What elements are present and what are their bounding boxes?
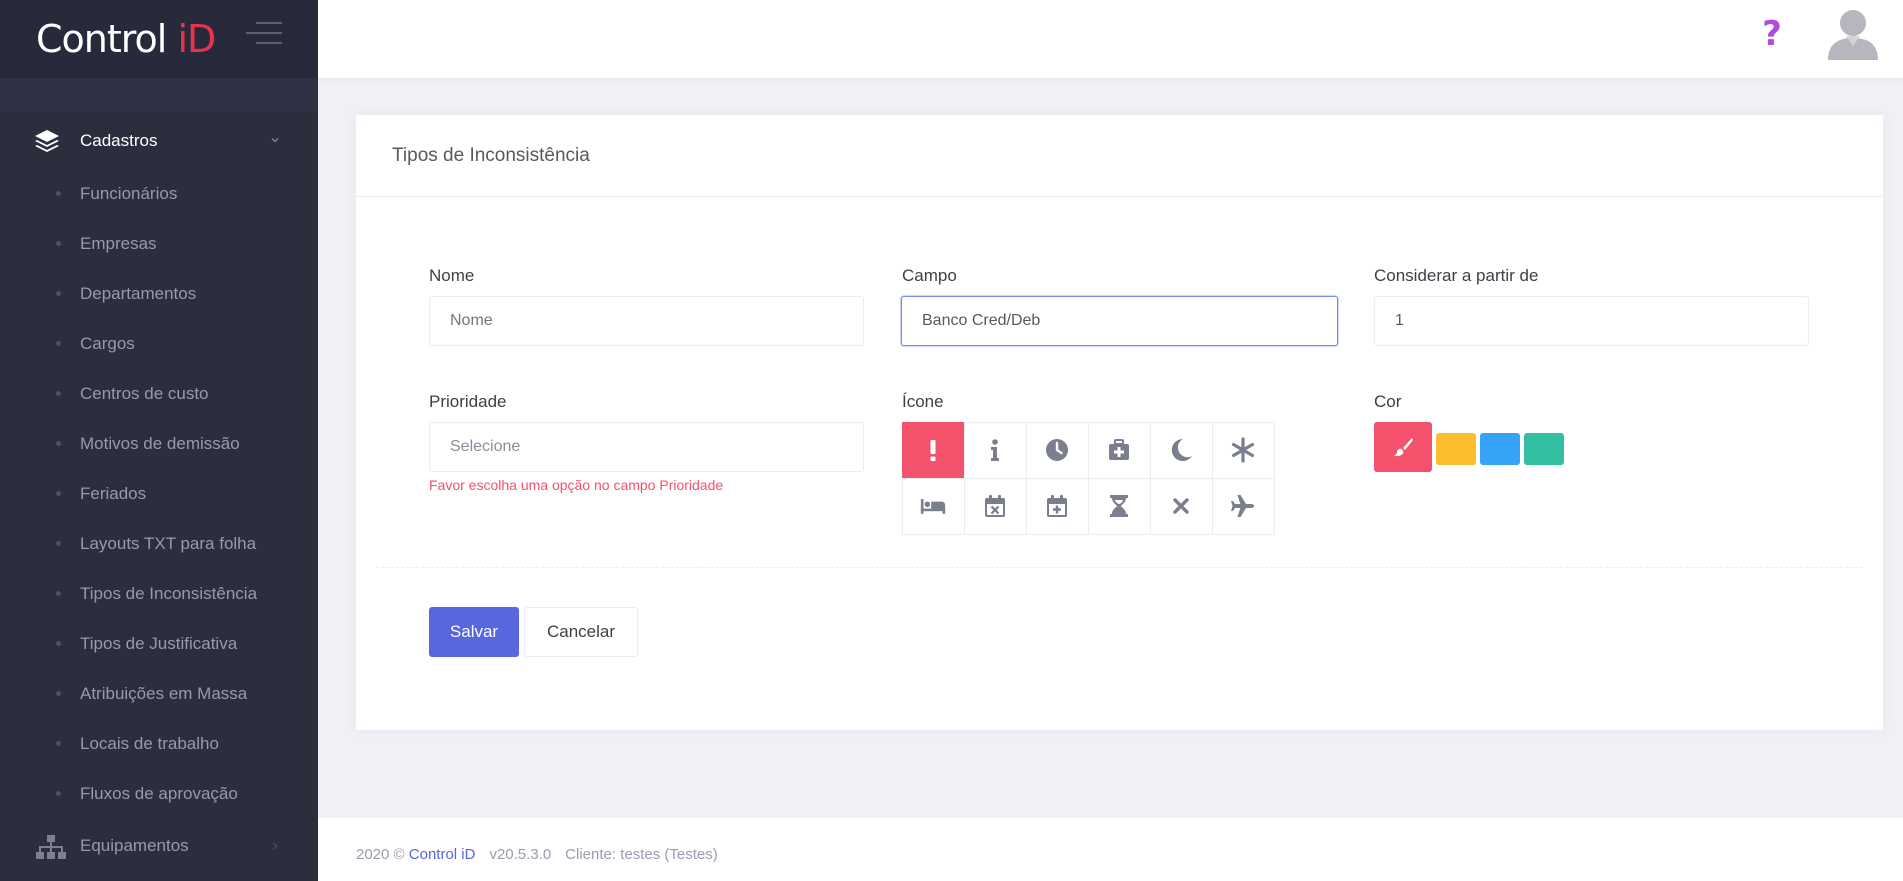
sidebar-item-label: Atribuições em Massa bbox=[80, 684, 248, 703]
sidebar-item-label: Centros de custo bbox=[80, 384, 209, 403]
sidebar-section-cadastros[interactable]: Cadastros bbox=[0, 120, 318, 162]
footer: 2020 © Control iD v20.5.3.0 Cliente: teste… bbox=[318, 818, 1903, 881]
prioridade-select[interactable]: Selecione bbox=[429, 422, 864, 472]
cancel-button[interactable]: Cancelar bbox=[524, 607, 638, 657]
sidebar-strip bbox=[0, 78, 318, 112]
color-swatch-blue[interactable] bbox=[1480, 433, 1520, 465]
sidebar-item-tipos-de-inconsistencia[interactable]: Tipos de Inconsistência bbox=[0, 569, 318, 619]
bed-icon[interactable] bbox=[901, 477, 965, 535]
user-avatar-icon[interactable] bbox=[1826, 6, 1880, 60]
layers-icon bbox=[35, 130, 59, 152]
sidebar-item-label: Tipos de Inconsistência bbox=[80, 584, 258, 603]
sidebar-item-label: Cargos bbox=[80, 334, 135, 353]
color-swatch-green[interactable] bbox=[1524, 433, 1564, 465]
bullet-icon bbox=[56, 291, 61, 296]
bullet-icon bbox=[56, 741, 61, 746]
bullet-icon bbox=[56, 591, 61, 596]
sidebar-item-centros-de-custo[interactable]: Centros de custo bbox=[0, 369, 318, 419]
bullet-icon bbox=[56, 391, 61, 396]
icon-picker bbox=[901, 421, 1275, 535]
bullet-icon bbox=[56, 641, 61, 646]
considerar-label: Considerar a partir de bbox=[1374, 266, 1539, 285]
footer-copyright: 2020 © bbox=[356, 846, 405, 863]
campo-label: Campo bbox=[902, 266, 957, 285]
sidebar-item-label: Feriados bbox=[80, 484, 147, 503]
sidebar-item-tipos-de-justificativa[interactable]: Tipos de Justificativa bbox=[0, 619, 318, 669]
clock-icon[interactable] bbox=[1025, 421, 1089, 479]
info-icon[interactable] bbox=[963, 421, 1027, 479]
sidebar-item-atribuicoes-em-massa[interactable]: Atribuições em Massa bbox=[0, 669, 318, 719]
hourglass-icon[interactable] bbox=[1087, 477, 1151, 535]
medkit-icon[interactable] bbox=[1087, 421, 1151, 479]
nome-label: Nome bbox=[429, 266, 475, 285]
footer-brand-link[interactable]: Control iD bbox=[409, 846, 476, 863]
brand-logo[interactable]: Control iD bbox=[36, 17, 216, 61]
moon-icon[interactable] bbox=[1149, 421, 1213, 479]
bullet-icon bbox=[56, 491, 61, 496]
sidebar-item-label: Motivos de demissão bbox=[80, 434, 240, 453]
save-button[interactable]: Salvar bbox=[429, 607, 519, 657]
sidebar-item-empresas[interactable]: Empresas bbox=[0, 219, 318, 269]
sidebar-item-label: Tipos de Justificativa bbox=[80, 634, 238, 653]
sidebar-item-label: Funcionários bbox=[80, 184, 178, 203]
sidebar-item-label: Empresas bbox=[80, 234, 157, 253]
footer-text: 2020 © Control iD v20.5.3.0 Cliente: teste… bbox=[356, 846, 718, 863]
campo-select[interactable]: Banco Cred/Deb bbox=[901, 296, 1338, 346]
sidebar-item-layouts-txt[interactable]: Layouts TXT para folha bbox=[0, 519, 318, 569]
brand-header: Control iD bbox=[0, 0, 318, 78]
sidebar: Control iD Cadastros Funcionários Empres… bbox=[0, 0, 318, 881]
bullet-icon bbox=[56, 541, 61, 546]
sidebar-item-motivos-de-demissao[interactable]: Motivos de demissão bbox=[0, 419, 318, 469]
sidebar-item-label: Layouts TXT para folha bbox=[80, 534, 257, 553]
sidebar-item-label: Fluxos de aprovação bbox=[80, 784, 238, 803]
calendar-x-icon[interactable] bbox=[963, 477, 1027, 535]
page-title: Tipos de Inconsistência bbox=[392, 145, 590, 166]
color-swatch-yellow[interactable] bbox=[1436, 433, 1476, 465]
sidebar-submenu: Funcionários Empresas Departamentos Carg… bbox=[0, 169, 318, 819]
nome-input[interactable] bbox=[429, 296, 864, 346]
cor-label: Cor bbox=[1374, 392, 1402, 411]
color-picker-button[interactable] bbox=[1374, 422, 1432, 472]
chevron-down-icon bbox=[271, 138, 279, 143]
asterisk-icon[interactable] bbox=[1211, 421, 1275, 479]
sidebar-item-departamentos[interactable]: Departamentos bbox=[0, 269, 318, 319]
bullet-icon bbox=[56, 441, 61, 446]
sidebar-section-label: Equipamentos bbox=[80, 836, 189, 855]
calendar-plus-icon[interactable] bbox=[1025, 477, 1089, 535]
paint-brush-icon bbox=[1394, 438, 1413, 457]
bullet-icon bbox=[56, 691, 61, 696]
sidebar-section-label: Cadastros bbox=[80, 131, 158, 150]
sitemap-icon bbox=[36, 835, 66, 859]
sidebar-item-label: Departamentos bbox=[80, 284, 197, 303]
bullet-icon bbox=[56, 791, 61, 796]
menu-toggle-icon[interactable] bbox=[246, 22, 282, 46]
form-divider bbox=[376, 567, 1863, 568]
bullet-icon bbox=[56, 341, 61, 346]
footer-version: v20.5.3.0 bbox=[489, 846, 552, 863]
icone-label: Ícone bbox=[902, 392, 944, 411]
footer-client: Cliente: testes (Testes) bbox=[565, 846, 718, 863]
topbar bbox=[318, 0, 1903, 78]
help-icon[interactable]: ? bbox=[1757, 14, 1787, 54]
sidebar-item-label: Locais de trabalho bbox=[80, 734, 219, 753]
prioridade-error: Favor escolha uma opção no campo Priorid… bbox=[429, 477, 724, 493]
bullet-icon bbox=[56, 241, 61, 246]
sidebar-item-locais-de-trabalho[interactable]: Locais de trabalho bbox=[0, 719, 318, 769]
sidebar-item-cargos[interactable]: Cargos bbox=[0, 319, 318, 369]
considerar-input[interactable]: 1 bbox=[1374, 296, 1809, 346]
plane-icon[interactable] bbox=[1211, 477, 1275, 535]
bullet-icon bbox=[56, 191, 61, 196]
sidebar-item-fluxos-de-aprovacao[interactable]: Fluxos de aprovação bbox=[0, 769, 318, 819]
form-card: Tipos de Inconsistência Nome Campo Banco… bbox=[356, 115, 1883, 730]
sidebar-section-equipamentos[interactable]: Equipamentos bbox=[0, 826, 318, 868]
prioridade-label: Prioridade bbox=[429, 392, 507, 411]
exclamation-icon[interactable] bbox=[901, 421, 965, 479]
sidebar-item-funcionarios[interactable]: Funcionários bbox=[0, 169, 318, 219]
card-header: Tipos de Inconsistência bbox=[356, 115, 1883, 197]
chevron-right-icon bbox=[273, 842, 278, 850]
times-icon[interactable] bbox=[1149, 477, 1213, 535]
sidebar-item-feriados[interactable]: Feriados bbox=[0, 469, 318, 519]
